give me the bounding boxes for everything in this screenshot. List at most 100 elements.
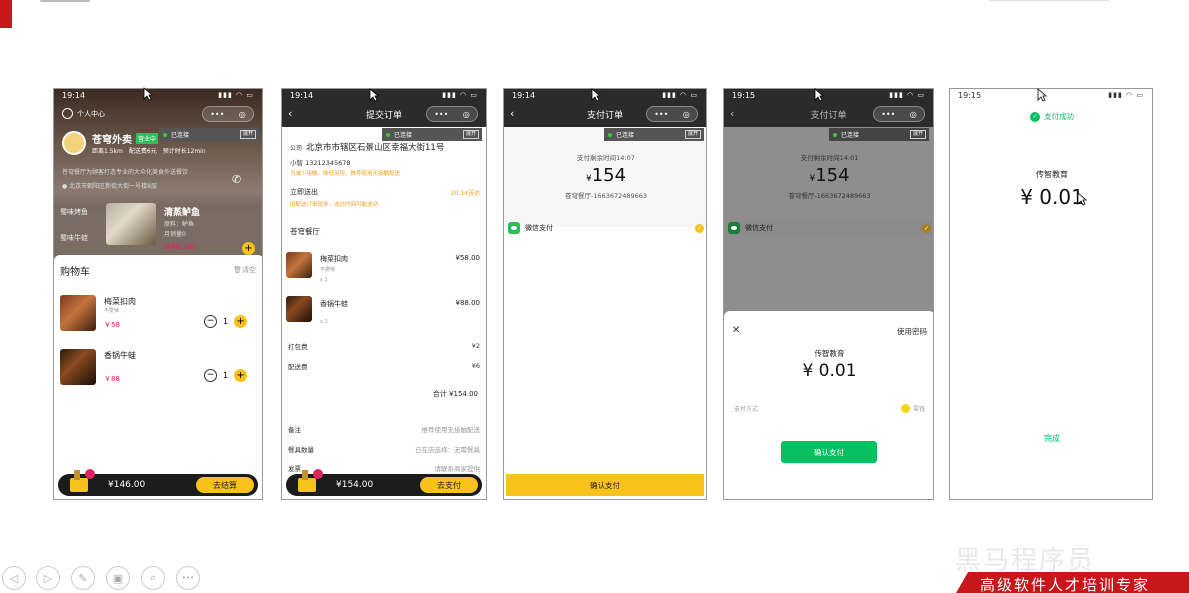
- pay-method-row[interactable]: 支付方式 零钱: [734, 404, 925, 413]
- category-item[interactable]: 蜀味牛蛙: [60, 233, 88, 243]
- mouse-cursor-icon: [143, 87, 153, 101]
- shop-status-badge: 营业中: [136, 133, 159, 144]
- order-item-price: ¥88.00: [455, 299, 481, 307]
- pen-tool-button[interactable]: ✎: [71, 566, 95, 590]
- quantity-stepper: − 1 +: [204, 369, 248, 382]
- mini-program-capsule[interactable]: ••• ◎: [873, 106, 925, 122]
- user-center-link[interactable]: 个人中心: [62, 108, 105, 119]
- cart-item-image: [60, 295, 96, 331]
- cart-item: 梅菜扣肉 不要辣 ￥58 − 1 +: [60, 295, 256, 335]
- dish-image: [106, 203, 156, 245]
- back-icon[interactable]: ‹: [730, 107, 734, 120]
- mini-program-capsule[interactable]: ••• ◎: [426, 106, 478, 122]
- more-icon[interactable]: •••: [210, 110, 224, 119]
- status-icons: ▮▮▮ ◠ ▭: [1108, 91, 1144, 99]
- connected-dot-icon: [386, 132, 390, 137]
- devtools-connected-tip: 已连接 展开: [382, 128, 482, 141]
- phone-shop-cart: 19:14 ▮▮▮ ◠ ▭ 个人中心 ••• ◎ 已连接 展开 苍穹外卖 营业中…: [53, 88, 263, 500]
- pay-amount-value: 154: [815, 165, 850, 186]
- order-number: 苍穹餐厅-1663672489663: [788, 192, 871, 200]
- deliver-now-label: 立即送出: [290, 188, 318, 196]
- close-icon[interactable]: ✕: [732, 325, 740, 336]
- deliver-time-value: 20:14送达: [450, 189, 480, 197]
- tableware-row[interactable]: 餐具数量 已在店选择：无需餐具: [288, 444, 480, 454]
- expand-button[interactable]: 展开: [909, 130, 926, 139]
- more-icon[interactable]: •••: [434, 110, 448, 119]
- close-target-icon[interactable]: ◎: [239, 110, 246, 119]
- more-icon[interactable]: •••: [654, 110, 668, 119]
- delivery-address: 北京市市辖区石景山区幸福大街11号: [306, 143, 445, 153]
- done-button[interactable]: 完成: [950, 433, 1152, 444]
- minus-button[interactable]: −: [204, 369, 217, 382]
- wechat-pay-option[interactable]: 微信支付 ✓: [508, 221, 704, 235]
- status-icons: ▮▮▮ ◠ ▭: [662, 91, 698, 99]
- prev-slide-button[interactable]: ◁: [2, 566, 26, 590]
- phone-submit-order: 19:14 ▮▮▮ ◠ ▭ ‹ 提交订单 ••• ◎ 已连接 展开 公司 北京市…: [281, 88, 487, 500]
- contactless-tip: 为减少接触，降低风险，推荐使用无接触配送: [290, 171, 401, 177]
- back-icon[interactable]: ‹: [288, 107, 292, 120]
- wechat-confirm-pay-button[interactable]: 确认支付: [781, 441, 877, 463]
- order-item: 香锅牛蛙 x 1 ¥88.00: [286, 296, 480, 330]
- wallet-change-icon: [900, 404, 910, 413]
- wechat-pay-option[interactable]: 微信支付 ✓: [728, 221, 931, 235]
- mini-program-capsule[interactable]: ••• ◎: [202, 106, 254, 122]
- top-decoration: [40, 0, 90, 2]
- expand-button[interactable]: 展开: [462, 130, 479, 139]
- remark-row[interactable]: 备注 推荐使用无接触配送: [288, 424, 480, 434]
- category-item[interactable]: 蜀味烤鱼: [60, 207, 88, 217]
- status-time: 19:15: [732, 90, 756, 100]
- status-time: 19:14: [62, 90, 86, 100]
- order-item-price: ¥58.00: [455, 254, 481, 262]
- connected-label: 已连接: [841, 132, 860, 139]
- connected-dot-icon: [833, 132, 837, 137]
- quantity-value: 1: [223, 371, 229, 380]
- delivery-time-row[interactable]: 立即送出 20:14送达: [290, 187, 480, 197]
- cart-total: ¥146.00: [108, 480, 146, 490]
- brand-corner-mark: [0, 0, 12, 28]
- invoice-value: 请联系商家提供: [434, 465, 481, 473]
- payee-name: 传智教育: [1036, 170, 1068, 179]
- more-icon[interactable]: •••: [881, 110, 895, 119]
- go-pay-button[interactable]: 去支付: [420, 477, 478, 493]
- address-tag: 公司: [290, 144, 303, 152]
- shop-title-row: 苍穹外卖 营业中: [92, 131, 159, 146]
- plus-button[interactable]: +: [234, 315, 248, 328]
- close-target-icon[interactable]: ◎: [910, 110, 917, 119]
- shop-delivery-fee: 配送费6元: [128, 148, 157, 155]
- devtools-connected-tip: 已连接 展开: [604, 128, 704, 141]
- phone-call-icon[interactable]: ✆: [232, 173, 241, 186]
- status-time: 19:14: [290, 90, 314, 100]
- shop-estimated-time: 预计时长12min: [162, 148, 206, 155]
- clear-cart-button[interactable]: 🗑清空: [233, 265, 256, 275]
- back-icon[interactable]: ‹: [510, 107, 514, 120]
- use-password-link[interactable]: 使用密码: [897, 326, 927, 337]
- zoom-button[interactable]: ⌕: [141, 566, 165, 590]
- navbar: ‹ 支付订单 ••• ◎: [724, 101, 933, 127]
- close-target-icon[interactable]: ◎: [463, 110, 470, 119]
- cart-panel: 购物车 🗑清空 梅菜扣肉 不要辣 ￥58 − 1 + 香锅牛蛙 ￥88 − 1 …: [54, 255, 262, 499]
- plus-button[interactable]: +: [234, 369, 248, 382]
- order-item-qty: x 1: [320, 319, 328, 325]
- delivery-fee-label: 配送费: [288, 363, 308, 371]
- pay-method-label: 微信支付: [745, 224, 773, 232]
- expand-button[interactable]: 展开: [684, 130, 701, 139]
- shop-address: ● 北京市朝阳区新街大街一号楼8层: [62, 181, 157, 190]
- page-title: 支付订单: [586, 110, 623, 121]
- cart-mascot-icon: [294, 466, 326, 494]
- checkout-button[interactable]: 去结算: [196, 477, 254, 493]
- cart-item-price: ￥58: [104, 321, 120, 329]
- next-slide-button[interactable]: ▷: [36, 566, 60, 590]
- more-options-button[interactable]: •••: [176, 566, 200, 590]
- selected-check-icon: ✓: [922, 223, 931, 233]
- confirm-pay-button[interactable]: 确认支付: [506, 474, 704, 496]
- address-row[interactable]: 公司 北京市市辖区石景山区幸福大街11号: [290, 141, 444, 153]
- minus-button[interactable]: −: [204, 315, 217, 328]
- mini-program-capsule[interactable]: ••• ◎: [646, 106, 698, 122]
- close-target-icon[interactable]: ◎: [683, 110, 690, 119]
- cart-item-flavor: 不要辣: [104, 308, 120, 314]
- expand-button[interactable]: 展开: [239, 130, 256, 139]
- order-item-flavor: 不要辣: [320, 267, 336, 273]
- slides-overview-button[interactable]: ▣: [106, 566, 130, 590]
- add-dish-button[interactable]: +: [242, 242, 255, 255]
- top-line-decoration: [989, 0, 1109, 1]
